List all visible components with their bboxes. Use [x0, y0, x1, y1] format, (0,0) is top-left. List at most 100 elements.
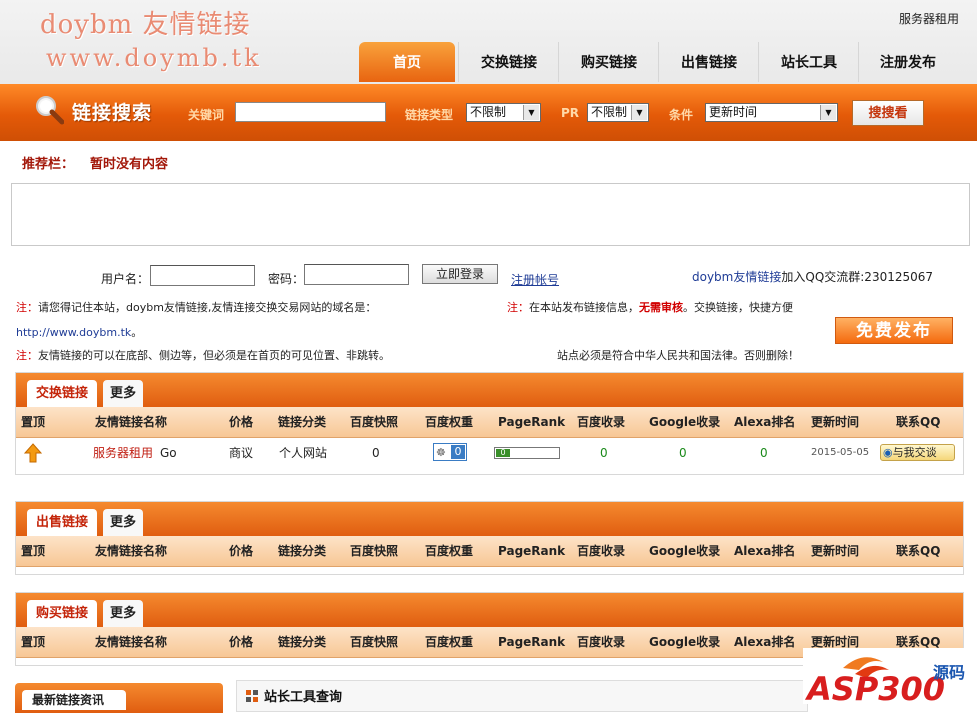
table-header: 置顶 友情链接名称 价格 链接分类 百度快照 百度权重 PageRank 百度收… — [16, 536, 963, 567]
baidu-weight-badge: ☸ 0 — [433, 443, 467, 463]
col-price: 价格 — [229, 544, 254, 558]
col-alexa: Alexa排名 — [734, 415, 796, 429]
chevron-down-icon[interactable]: ▼ — [523, 105, 539, 120]
username-input[interactable] — [150, 265, 255, 286]
col-google-index: Google收录 — [649, 544, 721, 558]
panel-tabbar — [16, 373, 963, 407]
col-top: 置顶 — [21, 415, 46, 429]
condition-select[interactable]: 更新时间 ▼ — [705, 103, 838, 122]
link-name[interactable]: 服务器租用 — [93, 438, 153, 468]
pr-select[interactable]: 不限制 ▼ — [587, 103, 649, 122]
more-link[interactable]: 更多 — [103, 600, 143, 627]
note-prefix: 注： — [16, 349, 38, 362]
qq-chat-button[interactable]: ◉与我交谈 — [880, 444, 955, 462]
recommend-text: 暂时没有内容 — [90, 157, 169, 172]
col-top: 置顶 — [21, 635, 46, 649]
note-prefix: 注： — [507, 301, 529, 314]
nav-buy[interactable]: 购买链接 — [558, 42, 659, 82]
col-updated: 更新时间 — [811, 544, 860, 558]
col-weight: 百度权重 — [425, 544, 474, 558]
col-snapshot: 百度快照 — [350, 415, 399, 429]
pr-label: PR — [561, 106, 580, 120]
col-qq: 联系QQ — [896, 544, 941, 558]
google-index-value: 0 — [679, 446, 687, 460]
weight-value: 0 — [451, 445, 465, 459]
col-pagerank: PageRank — [498, 415, 566, 429]
grid-icon — [246, 690, 258, 702]
note-end: 。 — [131, 326, 143, 339]
col-category: 链接分类 — [278, 544, 327, 558]
nav-register-publish[interactable]: 注册发布 — [858, 42, 957, 82]
watermark-logo: ASP300 源码 — [803, 648, 977, 708]
table-row: 服务器租用 Go 商议 个人网站 0 ☸ 0 0 0 0 0 2015-05-0… — [16, 438, 963, 468]
baidu-index-value: 0 — [600, 446, 608, 460]
more-link[interactable]: 更多 — [103, 509, 143, 536]
col-price: 价格 — [229, 415, 254, 429]
alexa-value: 0 — [760, 446, 768, 460]
col-alexa: Alexa排名 — [734, 544, 796, 558]
qq-group-text: 加入QQ交流群:230125067 — [781, 270, 934, 284]
chevron-down-icon[interactable]: ▼ — [820, 105, 836, 120]
col-price: 价格 — [229, 635, 254, 649]
note-prefix: 注： — [16, 301, 38, 314]
note-publish-end: 。交换链接，快捷方便 — [683, 301, 793, 314]
exchange-links-panel: 交换链接 更多 置顶 友情链接名称 价格 链接分类 百度快照 百度权重 Page… — [15, 372, 964, 475]
condition-value: 更新时间 — [709, 105, 758, 119]
qq-group-site[interactable]: doybm友情链接 — [692, 270, 781, 284]
category-value: 个人网站 — [279, 446, 328, 460]
register-link[interactable]: 注册帐号 — [511, 271, 559, 288]
more-link[interactable]: 更多 — [103, 380, 143, 407]
note-domain: 请您得记住本站，doybm友情链接,友情连接交换交易网站的域名是： — [38, 301, 377, 314]
go-link[interactable]: Go — [160, 438, 177, 468]
col-baidu-index: 百度收录 — [577, 635, 626, 649]
nav-exchange[interactable]: 交换链接 — [458, 42, 559, 82]
free-publish-button[interactable]: 免费发布 — [835, 317, 953, 344]
paw-icon: ☸ — [436, 446, 446, 459]
col-category: 链接分类 — [278, 415, 327, 429]
link-type-label: 链接类型 — [405, 108, 454, 122]
svg-text:源码: 源码 — [933, 663, 965, 682]
tab-latest-news[interactable]: 最新链接资讯 — [22, 690, 126, 710]
pr-value: 不限制 — [591, 105, 628, 119]
tab-buy-links[interactable]: 购买链接 — [27, 600, 97, 627]
site-url-link[interactable]: http://www.doybm.tk — [16, 326, 131, 339]
tools-title: 站长工具查询 — [264, 690, 343, 705]
server-rent-link[interactable]: 服务器租用 — [899, 10, 959, 27]
tab-sell-links[interactable]: 出售链接 — [27, 509, 97, 536]
price-value: 商议 — [229, 446, 254, 460]
nav-sell[interactable]: 出售链接 — [658, 42, 759, 82]
pagerank-value: 0 — [496, 449, 510, 457]
col-google-index: Google收录 — [649, 415, 721, 429]
recommend-box — [11, 183, 970, 246]
col-weight: 百度权重 — [425, 415, 474, 429]
col-baidu-index: 百度收录 — [577, 544, 626, 558]
updated-value: 2015-05-05 — [811, 447, 870, 458]
col-pagerank: PageRank — [498, 544, 566, 558]
col-snapshot: 百度快照 — [350, 635, 399, 649]
nav-tools[interactable]: 站长工具 — [758, 42, 859, 82]
link-type-select[interactable]: 不限制 ▼ — [466, 103, 541, 122]
username-label: 用户名： — [101, 272, 150, 286]
tab-exchange-links[interactable]: 交换链接 — [27, 380, 97, 407]
note-law: 站点必须是符合中华人民共和国法律。否则删除！ — [557, 349, 799, 362]
panel-tabbar — [16, 502, 963, 536]
keyword-input[interactable] — [235, 102, 386, 122]
col-pagerank: PageRank — [498, 635, 566, 649]
login-button[interactable]: 立即登录 — [422, 264, 498, 284]
search-title: 链接搜索 — [72, 102, 153, 124]
site-logo[interactable]: doybm 友情链接 — [40, 4, 251, 41]
condition-label: 条件 — [669, 108, 694, 122]
col-updated: 更新时间 — [811, 415, 860, 429]
search-button[interactable]: 搜搜看 — [852, 100, 924, 126]
password-input[interactable] — [304, 264, 409, 285]
note-link-position: 友情链接的可以在底部、侧边等，但必须是在首页的可见位置、非跳转。 — [38, 349, 390, 362]
qq-penguin-icon: ◉ — [883, 446, 893, 459]
col-qq: 联系QQ — [896, 415, 941, 429]
chevron-down-icon[interactable]: ▼ — [631, 105, 647, 120]
qq-chat-label: 与我交谈 — [892, 446, 937, 459]
nav-home[interactable]: 首页 — [359, 42, 455, 82]
link-type-value: 不限制 — [470, 105, 507, 119]
password-label: 密码： — [268, 272, 305, 286]
pagerank-bar: 0 — [494, 447, 560, 459]
pin-up-arrow-icon[interactable] — [23, 438, 43, 468]
